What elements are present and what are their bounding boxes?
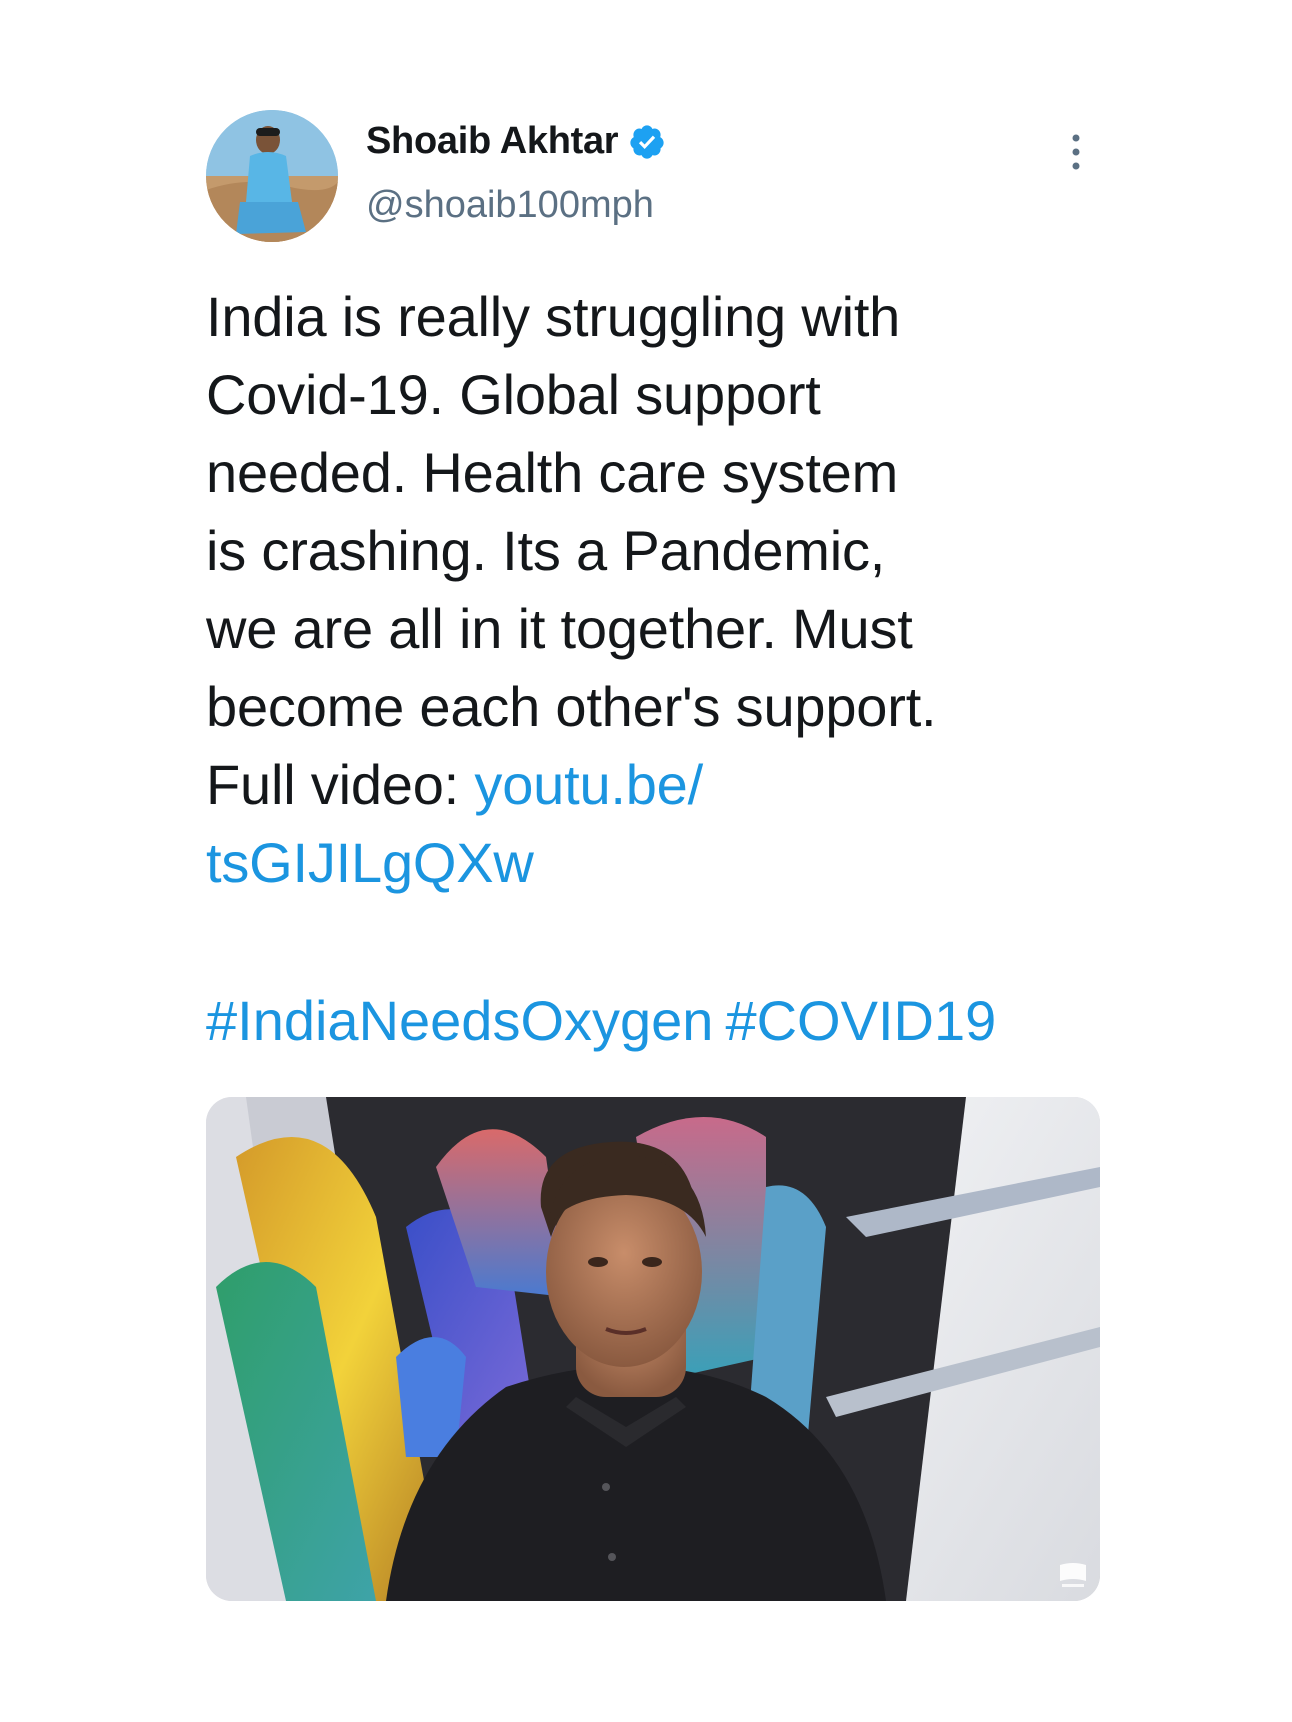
author-handle[interactable]: @shoaib100mph <box>366 184 654 227</box>
hashtag-row: #IndiaNeedsOxygen #COVID19 <box>206 982 1008 1060</box>
more-vertical-icon[interactable] <box>1066 130 1086 174</box>
tweet-text: India is really struggling with Covid-19… <box>206 278 1106 902</box>
video-badge-icon <box>1056 1559 1090 1591</box>
tweet-text-line: we are all in it together. Must <box>206 597 913 660</box>
tweet-text-line: is crashing. Its a Pandemic, <box>206 519 886 582</box>
avatar[interactable] <box>206 110 338 242</box>
author-display-name[interactable]: Shoaib Akhtar <box>366 120 619 163</box>
tweet-text-line-video: Full video: youtu.be/ <box>206 746 1106 824</box>
hashtag-link[interactable]: #IndiaNeedsOxygen <box>206 989 713 1052</box>
tweet-text-line: India is really struggling with <box>206 285 901 348</box>
hashtag-link[interactable]: #COVID19 <box>725 989 996 1052</box>
verified-badge-icon <box>628 123 666 161</box>
author-name-row[interactable]: Shoaib Akhtar <box>366 120 666 163</box>
tweet-text-line: needed. Health care system <box>206 441 899 504</box>
full-video-label: Full video: <box>206 753 475 816</box>
tweet-text-line: Covid-19. Global support <box>206 363 821 426</box>
video-link-part2[interactable]: tsGIJILgQXw <box>206 824 1106 902</box>
video-thumbnail[interactable] <box>206 1097 1100 1601</box>
avatar-image <box>206 110 338 242</box>
video-frame-image <box>206 1097 1100 1601</box>
tweet-text-line: become each other's support. <box>206 675 937 738</box>
video-link-part1[interactable]: youtu.be/ <box>474 753 703 816</box>
